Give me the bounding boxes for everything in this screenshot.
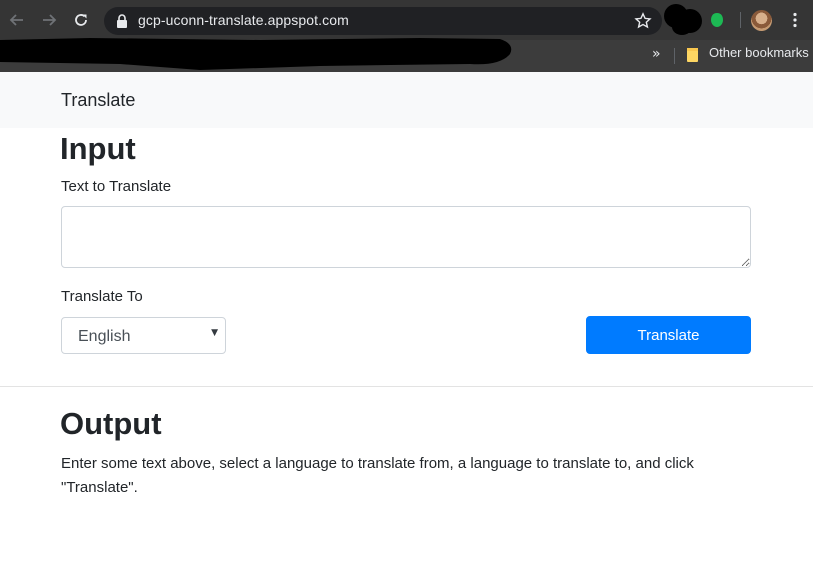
- profile-avatar[interactable]: [751, 10, 772, 31]
- input-heading: Input: [60, 131, 136, 166]
- menu-icon[interactable]: [786, 11, 804, 29]
- target-language-select[interactable]: English ▼: [61, 317, 226, 354]
- text-to-translate-label: Text to Translate: [61, 178, 172, 195]
- section-divider: [0, 386, 813, 387]
- bookmarks-divider: [674, 48, 675, 64]
- translate-button[interactable]: Translate: [586, 316, 751, 354]
- bookmarks-bar: » Other bookmarks: [0, 38, 813, 72]
- forward-button[interactable]: [38, 9, 60, 31]
- toolbar-divider: [740, 12, 741, 28]
- more-bookmarks-button[interactable]: »: [652, 46, 661, 62]
- navbar: Translate: [0, 72, 813, 128]
- address-bar[interactable]: gcp-uconn-translate.appspot.com: [104, 7, 662, 35]
- url-text: gcp-uconn-translate.appspot.com: [138, 12, 349, 28]
- output-message: Enter some text above, select a language…: [61, 455, 694, 496]
- back-icon: [9, 14, 23, 26]
- extension-icon[interactable]: [710, 12, 724, 28]
- browser-toolbar: gcp-uconn-translate.appspot.com: [0, 0, 813, 40]
- text-to-translate-input[interactable]: [61, 206, 751, 268]
- other-bookmarks-link[interactable]: Other bookmarks: [709, 45, 809, 60]
- folder-icon: [687, 48, 698, 62]
- lock-icon: [117, 14, 127, 28]
- forward-icon: [43, 14, 57, 26]
- reload-button[interactable]: [70, 9, 92, 31]
- translate-to-label: Translate To: [61, 288, 143, 305]
- reload-icon: [75, 14, 87, 26]
- caret-down-icon: ▼: [211, 328, 218, 338]
- star-icon[interactable]: [634, 12, 652, 30]
- output-heading: Output: [60, 406, 162, 441]
- back-button[interactable]: [6, 9, 28, 31]
- navbar-brand[interactable]: Translate: [61, 90, 135, 111]
- browser-chrome: gcp-uconn-translate.appspot.com » Other …: [0, 0, 813, 72]
- target-language-value: English: [78, 328, 131, 345]
- redacted-extension-icons: [664, 4, 702, 35]
- redacted-bookmarks: [0, 38, 512, 70]
